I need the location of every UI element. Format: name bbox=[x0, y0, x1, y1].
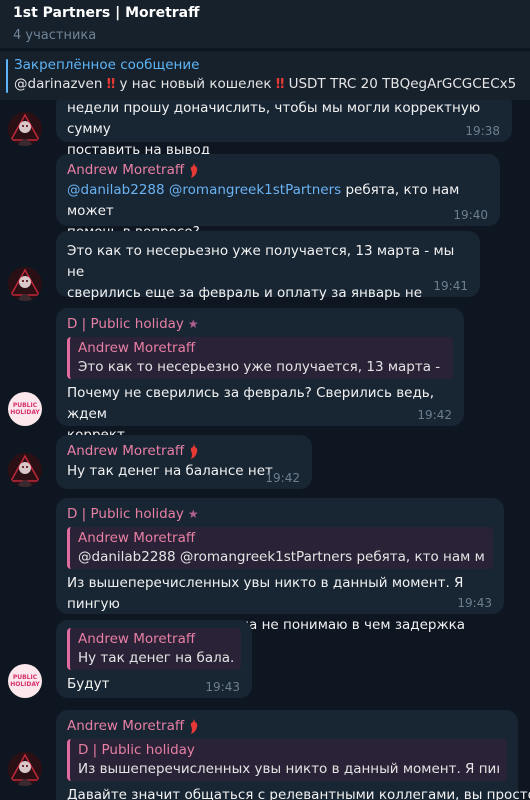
public-holiday-logo: PUBLIC HOLIDAY bbox=[10, 674, 40, 688]
reply-preview[interactable]: Andrew Moretraff @danilab2288 @romangree… bbox=[67, 527, 493, 569]
reply-author: D | Public holiday bbox=[78, 742, 195, 758]
chat-title: 1st Partners | Moretraff bbox=[13, 5, 200, 21]
author-name: Andrew Moretraff bbox=[67, 443, 185, 459]
message-author: D | Public holiday ★ bbox=[67, 504, 493, 524]
message-author: Andrew Moretraff bbox=[67, 716, 507, 736]
double-exclamation-icon: ‼ bbox=[106, 76, 116, 92]
message-bubble[interactable]: D | Public holiday ★ Andrew Moretraff @d… bbox=[56, 498, 504, 633]
pinned-prefix: @darinazven bbox=[14, 76, 103, 92]
mention-link[interactable]: @danilab2288 bbox=[67, 182, 165, 198]
chat-header[interactable]: 1st Partners | Moretraff 4 участника bbox=[0, 0, 530, 48]
pepper-icon bbox=[190, 718, 198, 734]
public-holiday-logo: PUBLIC HOLIDAY bbox=[10, 402, 40, 416]
pinned-message[interactable]: Закреплённое сообщение @darinazven ‼ у н… bbox=[0, 50, 530, 100]
reply-preview[interactable]: Andrew Moretraff Ну так денег на бала... bbox=[67, 628, 241, 670]
reply-author: Andrew Moretraff bbox=[78, 631, 196, 647]
message-bubble[interactable]: Andrew Moretraff Ну так денег на бала...… bbox=[56, 620, 252, 698]
author-name: Andrew Moretraff bbox=[67, 162, 185, 178]
message-time: 19:42 bbox=[417, 408, 452, 422]
andrew-avatar-icon bbox=[8, 752, 42, 786]
message-bubble[interactable]: D | Public holiday ★ Andrew Moretraff Эт… bbox=[56, 308, 464, 443]
avatar-andrew[interactable] bbox=[8, 267, 42, 301]
message-author: Andrew Moretraff bbox=[67, 441, 301, 461]
reply-text: Из вышеперечисленных увы никто в данный … bbox=[78, 761, 499, 777]
member-count: 4 участника bbox=[13, 28, 97, 43]
message-bubble[interactable]: Andrew Moretraff Ну так денег на балансе… bbox=[56, 435, 312, 489]
message-time: 19:40 bbox=[453, 208, 488, 222]
author-name: D | Public holiday bbox=[67, 506, 184, 522]
mention-link[interactable]: @romangreek1stPartners bbox=[169, 182, 341, 198]
reply-text: @danilab2288 @romangreek1stPartners ребя… bbox=[78, 549, 485, 565]
andrew-avatar-icon bbox=[8, 267, 42, 301]
message-author: D | Public holiday ★ bbox=[67, 314, 453, 334]
message-text: недели прошу доначислить, чтобы мы могли… bbox=[67, 100, 481, 137]
star-icon: ★ bbox=[187, 317, 199, 331]
message-author: Andrew Moretraff bbox=[67, 160, 489, 180]
message-feed[interactable]: недели прошу доначислить, чтобы мы могли… bbox=[0, 100, 530, 800]
reply-text: Ну так денег на бала... bbox=[78, 650, 233, 666]
andrew-avatar-icon bbox=[8, 112, 42, 146]
message-time: 19:43 bbox=[205, 680, 240, 694]
reply-text: Это как то несерьезно уже получается, 13… bbox=[78, 359, 445, 375]
author-name: D | Public holiday bbox=[67, 316, 184, 332]
pinned-suffix: USDT TRC 20 TBQegArGCGCECx5GN bbox=[288, 76, 516, 92]
reply-preview[interactable]: D | Public holiday Из вышеперечисленных … bbox=[67, 739, 507, 781]
message-text: @danilab2288 @romangreek1stPartners ребя… bbox=[67, 180, 489, 222]
star-icon: ★ bbox=[187, 507, 199, 521]
pinned-text: @darinazven ‼ у нас новый кошелек ‼ USDT… bbox=[14, 74, 516, 94]
reply-author: Andrew Moretraff bbox=[78, 530, 196, 546]
avatar-andrew[interactable] bbox=[8, 453, 42, 487]
reply-author: Andrew Moretraff bbox=[78, 340, 196, 356]
avatar-andrew[interactable] bbox=[8, 752, 42, 786]
message-text: Давайте значит общаться с релевантными к… bbox=[67, 787, 530, 800]
message-bubble[interactable]: недели прошу доначислить, чтобы мы могли… bbox=[56, 100, 512, 158]
pepper-icon bbox=[190, 443, 198, 459]
message-text: Это как то несерьезно уже получается, 13… bbox=[67, 243, 455, 280]
message-bubble[interactable]: Andrew Moretraff D | Public holiday Из в… bbox=[56, 710, 530, 800]
avatar-public-holiday[interactable]: PUBLIC HOLIDAY bbox=[8, 392, 42, 426]
reply-preview[interactable]: Andrew Moretraff Это как то несерьезно у… bbox=[67, 337, 453, 379]
andrew-avatar-icon bbox=[8, 453, 42, 487]
message-time: 19:42 bbox=[265, 471, 300, 485]
pinned-bar bbox=[6, 59, 8, 93]
message-time: 19:41 bbox=[433, 279, 468, 293]
avatar-public-holiday[interactable]: PUBLIC HOLIDAY bbox=[8, 664, 42, 698]
message-time: 19:43 bbox=[457, 596, 492, 610]
message-time: 19:38 bbox=[465, 124, 500, 138]
pinned-middle: у нас новый кошелек bbox=[119, 76, 272, 92]
avatar-andrew[interactable] bbox=[8, 112, 42, 146]
message-bubble[interactable]: Это как то несерьезно уже получается, 13… bbox=[56, 231, 480, 322]
pepper-icon bbox=[190, 162, 198, 178]
double-exclamation-icon: ‼ bbox=[275, 76, 285, 92]
pinned-title: Закреплённое сообщение bbox=[14, 57, 200, 73]
message-text: Почему не сверились за февраль? Сверилис… bbox=[67, 385, 435, 422]
message-text: Из вышеперечисленных увы никто в данный … bbox=[67, 575, 464, 612]
author-name: Andrew Moretraff bbox=[67, 718, 185, 734]
message-bubble[interactable]: Andrew Moretraff @danilab2288 @romangree… bbox=[56, 154, 500, 240]
